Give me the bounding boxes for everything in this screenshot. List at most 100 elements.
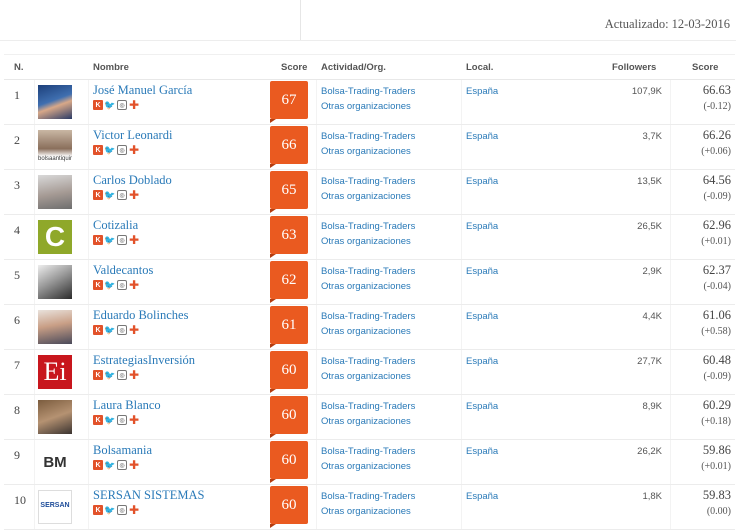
location-link[interactable]: España [466,266,498,277]
organization-link[interactable]: Otras organizaciones [321,506,411,517]
klout-icon[interactable]: K [93,370,103,380]
activity-link[interactable]: Bolsa-Trading-Traders [321,401,415,412]
header-local[interactable]: Local. [466,62,493,73]
twitter-icon[interactable]: 🐦 [104,415,115,425]
instagram-icon[interactable]: ◎ [117,235,127,245]
activity-link[interactable]: Bolsa-Trading-Traders [321,266,415,277]
klout-icon[interactable]: K [93,100,103,110]
avatar[interactable]: C [38,220,72,254]
klout-icon[interactable]: K [93,325,103,335]
column-divider [461,485,462,529]
twitter-icon[interactable]: 🐦 [104,370,115,380]
avatar[interactable] [38,310,72,344]
twitter-icon[interactable]: 🐦 [104,505,115,515]
google-plus-icon[interactable]: ✚ [129,98,139,112]
google-plus-icon[interactable]: ✚ [129,458,139,472]
profile-name-link[interactable]: Carlos Doblado [93,173,172,188]
organization-link[interactable]: Otras organizaciones [321,191,411,202]
klout-icon[interactable]: K [93,460,103,470]
klout-icon[interactable]: K [93,235,103,245]
avatar[interactable]: BM [38,445,72,479]
header-activity[interactable]: Actividad/Org. [321,62,386,73]
google-plus-icon[interactable]: ✚ [129,143,139,157]
google-plus-icon[interactable]: ✚ [129,188,139,202]
header-score[interactable]: Score [281,62,307,73]
location-link[interactable]: España [466,176,498,187]
header-score-value[interactable]: Score [692,62,718,73]
location-link[interactable]: España [466,491,498,502]
klout-icon[interactable]: K [93,415,103,425]
avatar[interactable] [38,175,72,209]
organization-link[interactable]: Otras organizaciones [321,371,411,382]
location-link[interactable]: España [466,131,498,142]
location-link[interactable]: España [466,401,498,412]
google-plus-icon[interactable]: ✚ [129,413,139,427]
score-delta: (-0.12) [703,101,732,112]
location-link[interactable]: España [466,86,498,97]
profile-name-link[interactable]: Bolsamania [93,443,152,458]
header-name[interactable]: Nombre [93,62,129,73]
organization-link[interactable]: Otras organizaciones [321,461,411,472]
avatar[interactable] [38,400,72,434]
instagram-icon[interactable]: ◎ [117,460,127,470]
activity-link[interactable]: Bolsa-Trading-Traders [321,356,415,367]
google-plus-icon[interactable]: ✚ [129,503,139,517]
activity-link[interactable]: Bolsa-Trading-Traders [321,221,415,232]
profile-name-link[interactable]: Valdecantos [93,263,153,278]
instagram-icon[interactable]: ◎ [117,370,127,380]
google-plus-icon[interactable]: ✚ [129,323,139,337]
klout-icon[interactable]: K [93,145,103,155]
organization-link[interactable]: Otras organizaciones [321,326,411,337]
instagram-icon[interactable]: ◎ [117,415,127,425]
instagram-icon[interactable]: ◎ [117,280,127,290]
instagram-icon[interactable]: ◎ [117,325,127,335]
twitter-icon[interactable]: 🐦 [104,100,115,110]
avatar[interactable] [38,265,72,299]
profile-name-link[interactable]: Cotizalia [93,218,138,233]
google-plus-icon[interactable]: ✚ [129,278,139,292]
google-plus-icon[interactable]: ✚ [129,368,139,382]
instagram-icon[interactable]: ◎ [117,190,127,200]
twitter-icon[interactable]: 🐦 [104,325,115,335]
activity-link[interactable]: Bolsa-Trading-Traders [321,311,415,322]
profile-name-link[interactable]: José Manuel García [93,83,192,98]
google-plus-icon[interactable]: ✚ [129,233,139,247]
twitter-icon[interactable]: 🐦 [104,145,115,155]
twitter-icon[interactable]: 🐦 [104,280,115,290]
activity-link[interactable]: Bolsa-Trading-Traders [321,446,415,457]
score-badge: 63 [270,216,308,258]
instagram-icon[interactable]: ◎ [117,505,127,515]
profile-name-link[interactable]: Eduardo Bolinches [93,308,188,323]
avatar[interactable] [38,85,72,119]
organization-link[interactable]: Otras organizaciones [321,416,411,427]
twitter-icon[interactable]: 🐦 [104,235,115,245]
activity-link[interactable]: Bolsa-Trading-Traders [321,86,415,97]
avatar[interactable]: Ei [38,355,72,389]
organization-link[interactable]: Otras organizaciones [321,281,411,292]
location-link[interactable]: España [466,446,498,457]
organization-link[interactable]: Otras organizaciones [321,146,411,157]
profile-name-link[interactable]: Victor Leonardi [93,128,172,143]
location-link[interactable]: España [466,221,498,232]
activity-link[interactable]: Bolsa-Trading-Traders [321,131,415,142]
instagram-icon[interactable]: ◎ [117,145,127,155]
profile-name-link[interactable]: Laura Blanco [93,398,161,413]
avatar[interactable]: SERSAN [38,490,72,524]
header-rank[interactable]: N. [14,62,24,73]
organization-link[interactable]: Otras organizaciones [321,236,411,247]
profile-name-link[interactable]: EstrategiasInversión [93,353,195,368]
organization-link[interactable]: Otras organizaciones [321,101,411,112]
location-link[interactable]: España [466,311,498,322]
twitter-icon[interactable]: 🐦 [104,190,115,200]
klout-icon[interactable]: K [93,505,103,515]
activity-link[interactable]: Bolsa-Trading-Traders [321,491,415,502]
twitter-icon[interactable]: 🐦 [104,460,115,470]
klout-icon[interactable]: K [93,280,103,290]
instagram-icon[interactable]: ◎ [117,100,127,110]
location-link[interactable]: España [466,356,498,367]
profile-name-link[interactable]: SERSAN SISTEMAS [93,488,205,503]
avatar[interactable]: bolsaantiquinze [38,130,72,164]
klout-icon[interactable]: K [93,190,103,200]
activity-link[interactable]: Bolsa-Trading-Traders [321,176,415,187]
header-followers[interactable]: Followers [612,62,656,73]
